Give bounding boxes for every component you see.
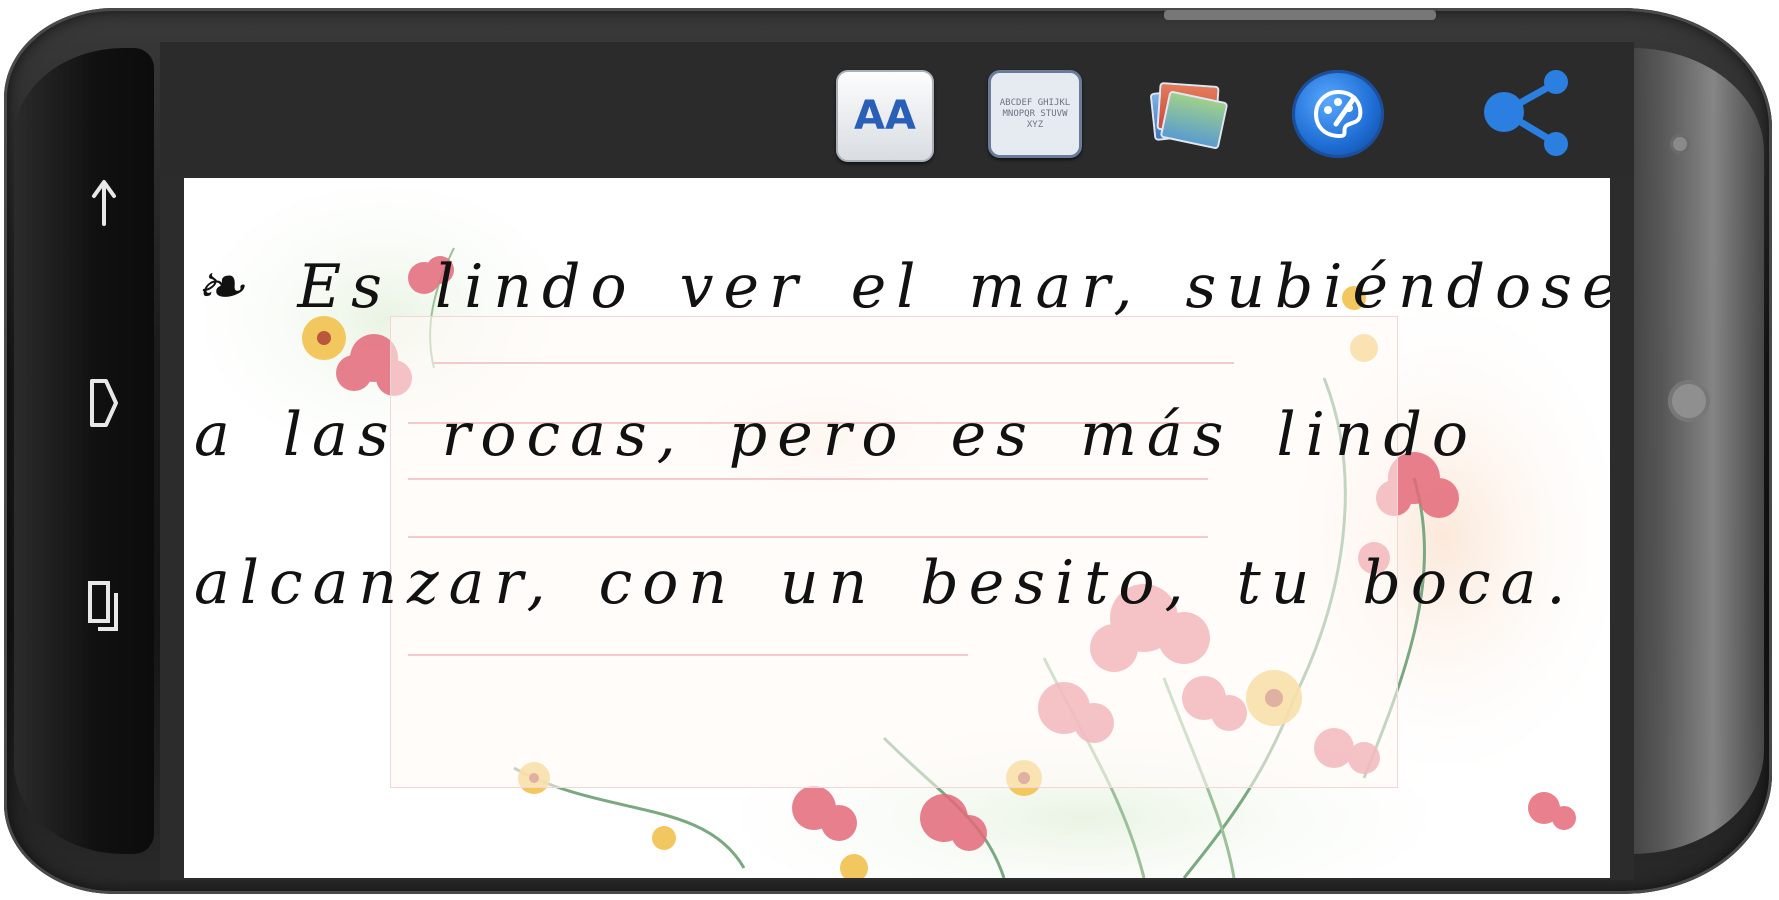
alphabet-button[interactable]: ABCDEF GHIJKL MNOPQR STUVW XYZ xyxy=(988,70,1082,158)
gallery-button[interactable] xyxy=(1138,70,1232,158)
ruled-line xyxy=(408,654,968,656)
share-button[interactable] xyxy=(1478,60,1578,160)
back-button[interactable] xyxy=(74,166,134,236)
gallery-icon xyxy=(1138,70,1232,158)
ruled-line xyxy=(408,478,1208,480)
front-camera xyxy=(1670,134,1690,154)
writing-paper[interactable]: ❧ Es lindo ver el mar, subiéndose a las … xyxy=(184,178,1610,878)
ruled-line xyxy=(434,362,1234,364)
power-button xyxy=(1164,10,1436,20)
poem-line: alcanzar, con un besito, tu boca. ❦ xyxy=(194,548,1610,618)
recent-apps-icon xyxy=(88,581,118,631)
alphabet-icon: ABCDEF GHIJKL MNOPQR STUVW XYZ xyxy=(999,97,1071,130)
palette-icon xyxy=(1313,89,1363,139)
home-button[interactable] xyxy=(74,368,134,438)
toolbar: AA ABCDEF GHIJKL MNOPQR STUVW XYZ xyxy=(160,42,1634,176)
font-size-icon: AA xyxy=(854,93,916,139)
font-size-button[interactable]: AA xyxy=(836,70,934,162)
poem-line: a las rocas, pero es más lindo xyxy=(194,400,1479,470)
palette-button[interactable] xyxy=(1292,70,1384,158)
poem-line: ❧ Es lindo ver el mar, subiéndose xyxy=(194,252,1610,322)
back-icon xyxy=(92,180,116,226)
phone-frame: AA ABCDEF GHIJKL MNOPQR STUVW XYZ ❧ Es l… xyxy=(4,8,1772,894)
recent-apps-button[interactable] xyxy=(74,570,134,640)
app-screen: AA ABCDEF GHIJKL MNOPQR STUVW XYZ ❧ Es l… xyxy=(160,42,1634,880)
ruled-line xyxy=(408,536,1208,538)
share-icon xyxy=(1484,70,1568,156)
home-icon xyxy=(90,379,118,427)
front-sensor xyxy=(1668,380,1710,422)
